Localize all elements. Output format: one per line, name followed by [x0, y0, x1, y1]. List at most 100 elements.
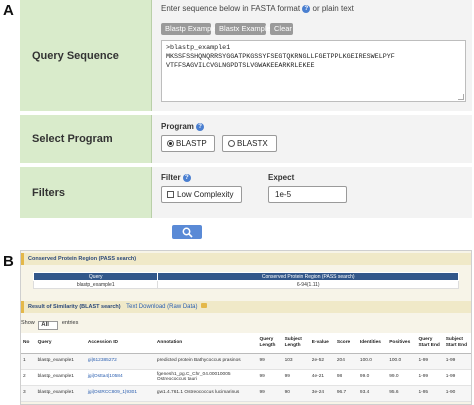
column-header[interactable]: No — [21, 333, 36, 354]
sequence-textarea[interactable]: >blastp_example1 MKSSFSSHQNQRRSYGGATPKGS… — [161, 40, 466, 102]
table-cell: 6-94(1.11) — [157, 280, 459, 289]
expect-input[interactable]: 1e-5 — [268, 186, 347, 203]
conserved-region-heading: Conserved Protein Region (PASS search) — [21, 253, 471, 265]
select-program-row: Select Program Program ? BLASTP BLASTX — [20, 115, 472, 165]
column-header[interactable]: Accession ID — [85, 333, 155, 354]
radio-selected-icon — [167, 140, 174, 147]
table-cell: 1-99 — [416, 369, 444, 386]
radio-blastp-label: BLASTP — [176, 139, 207, 148]
blast-search-form: Query Sequence Enter sequence below in F… — [20, 0, 472, 248]
table-cell: 90 — [282, 385, 310, 402]
column-header[interactable]: Score — [334, 333, 358, 354]
similarity-title: Result of Similarity (BLAST search) — [28, 304, 121, 310]
blastp-example-button[interactable]: Blastp Example — [161, 23, 217, 35]
panel-label-b: B — [3, 253, 14, 270]
table-cell: 96.7 — [334, 385, 358, 402]
accession-link[interactable]: gi|612385272 — [85, 353, 155, 370]
column-header[interactable]: Annotation — [154, 333, 258, 354]
results-panel: Conserved Protein Region (PASS search) Q… — [20, 250, 472, 405]
table-cell: 4e-21 — [309, 369, 335, 386]
low-complexity-checkbox[interactable]: Low Complexity — [161, 186, 242, 203]
checkbox-icon — [167, 191, 174, 198]
table-row: 1 blastp_example1 gi|612385272 predicted… — [21, 353, 471, 370]
filters-row: Filters Filter ? Expect Low Complexity 1… — [20, 167, 472, 218]
expect-field-label: Expect — [268, 173, 295, 182]
show-entries: Show All entries — [21, 320, 78, 330]
column-header[interactable]: Identities — [357, 333, 388, 354]
column-header[interactable]: Positives — [387, 333, 417, 354]
low-complexity-label: Low Complexity — [177, 190, 234, 199]
radio-blastx[interactable]: BLASTX — [222, 135, 277, 152]
table-cell: 99 — [257, 385, 283, 402]
format-hint-text: Enter sequence below in FASTA format — [161, 4, 301, 13]
filter-field-text: Filter — [161, 173, 181, 182]
table-cell: 1 — [21, 353, 36, 370]
table-cell: 95.6 — [387, 385, 417, 402]
table-cell: blastp_example1 — [35, 385, 86, 402]
text-download-link[interactable]: Text Download (Raw Data) — [126, 304, 197, 310]
table-cell: gw1.4.761.1 Ostreococcus lucimarinus — [154, 385, 258, 402]
similarity-table: No Query Accession ID Annotation Query L… — [21, 333, 471, 402]
resize-grip-icon[interactable] — [458, 94, 464, 100]
table-cell: 1-99 — [443, 353, 471, 370]
accession-link[interactable]: jgi|Ostta4|10584 — [85, 369, 155, 386]
conserved-region-table: Query Conserved Protein Region (PASS sea… — [32, 272, 459, 289]
table-cell: blastp_example1 — [35, 353, 86, 370]
table-row: blastp_example1 6-94(1.11) — [32, 280, 459, 289]
format-hint-suffix: or plain text — [312, 4, 354, 13]
column-header[interactable]: Query Start End — [416, 333, 444, 354]
column-header[interactable]: Subject Start End — [443, 333, 471, 354]
table-cell: blastp_example1 — [32, 280, 159, 289]
table-cell: 100.0 — [387, 353, 417, 370]
radio-blastp[interactable]: BLASTP — [161, 135, 215, 152]
blastx-example-button[interactable]: Blastx Example — [215, 23, 271, 35]
search-icon — [182, 227, 193, 238]
radio-unselected-icon — [228, 140, 235, 147]
column-header[interactable]: Query Length — [257, 333, 283, 354]
query-sequence-body: Enter sequence below in FASTA format ? o… — [152, 0, 472, 111]
table-cell: 1-95 — [416, 385, 444, 402]
sequence-line: VTFFSAGVILCVGLNGPDTSLVGWAKEEARKRLEKEE — [166, 62, 315, 70]
table-cell: 204 — [334, 353, 358, 370]
help-icon[interactable]: ? — [196, 123, 205, 131]
column-header: Query — [32, 272, 159, 281]
accession-link[interactable]: jgi|OstRCC809_1|9301 — [85, 385, 155, 402]
search-button[interactable] — [172, 225, 202, 239]
sequence-line: >blastp_example1 — [166, 44, 231, 52]
entries-select[interactable]: All — [38, 321, 59, 330]
query-sequence-row: Query Sequence Enter sequence below in F… — [20, 0, 472, 113]
format-hint: Enter sequence below in FASTA format ? o… — [161, 4, 354, 13]
column-header[interactable]: Query — [35, 333, 86, 354]
radio-blastx-label: BLASTX — [237, 139, 268, 148]
table-cell: 93.4 — [357, 385, 388, 402]
column-header[interactable]: Subject Length — [282, 333, 310, 354]
filters-body: Filter ? Expect Low Complexity 1e-5 — [152, 167, 472, 218]
filters-label: Filters — [20, 167, 152, 218]
table-cell: 1-99 — [443, 369, 471, 386]
table-row: 2 blastp_example1 jgi|Ostta4|10584 fgene… — [21, 369, 471, 386]
table-cell: 1-99 — [416, 353, 444, 370]
table-cell: 3 — [21, 385, 36, 402]
clear-button[interactable]: Clear — [270, 23, 293, 35]
select-program-label: Select Program — [20, 115, 152, 163]
table-cell: 99 — [257, 353, 283, 370]
table-cell: 99.0 — [387, 369, 417, 386]
help-icon[interactable]: ? — [302, 5, 311, 13]
table-cell: predicted protein Bathycoccus prasinos — [154, 353, 258, 370]
table-cell: 103 — [282, 353, 310, 370]
filter-field-label: Filter ? — [161, 173, 191, 182]
table-cell: 2 — [21, 369, 36, 386]
show-suffix: entries — [61, 320, 79, 326]
similarity-heading: Result of Similarity (BLAST search) Text… — [21, 301, 471, 313]
table-cell: 99 — [282, 369, 310, 386]
table-cell: fgenesh1_pg.C_Chr_04.00010005 Ostreococc… — [154, 369, 258, 386]
table-cell: 99.0 — [357, 369, 388, 386]
table-cell: 1-90 — [443, 385, 471, 402]
panel-label-a: A — [3, 2, 14, 19]
help-icon[interactable]: ? — [182, 174, 191, 182]
table-cell: 3e-24 — [309, 385, 335, 402]
select-program-body: Program ? BLASTP BLASTX — [152, 115, 472, 163]
search-bar — [20, 220, 472, 240]
download-icon[interactable] — [201, 303, 208, 308]
column-header[interactable]: E-value — [309, 333, 335, 354]
